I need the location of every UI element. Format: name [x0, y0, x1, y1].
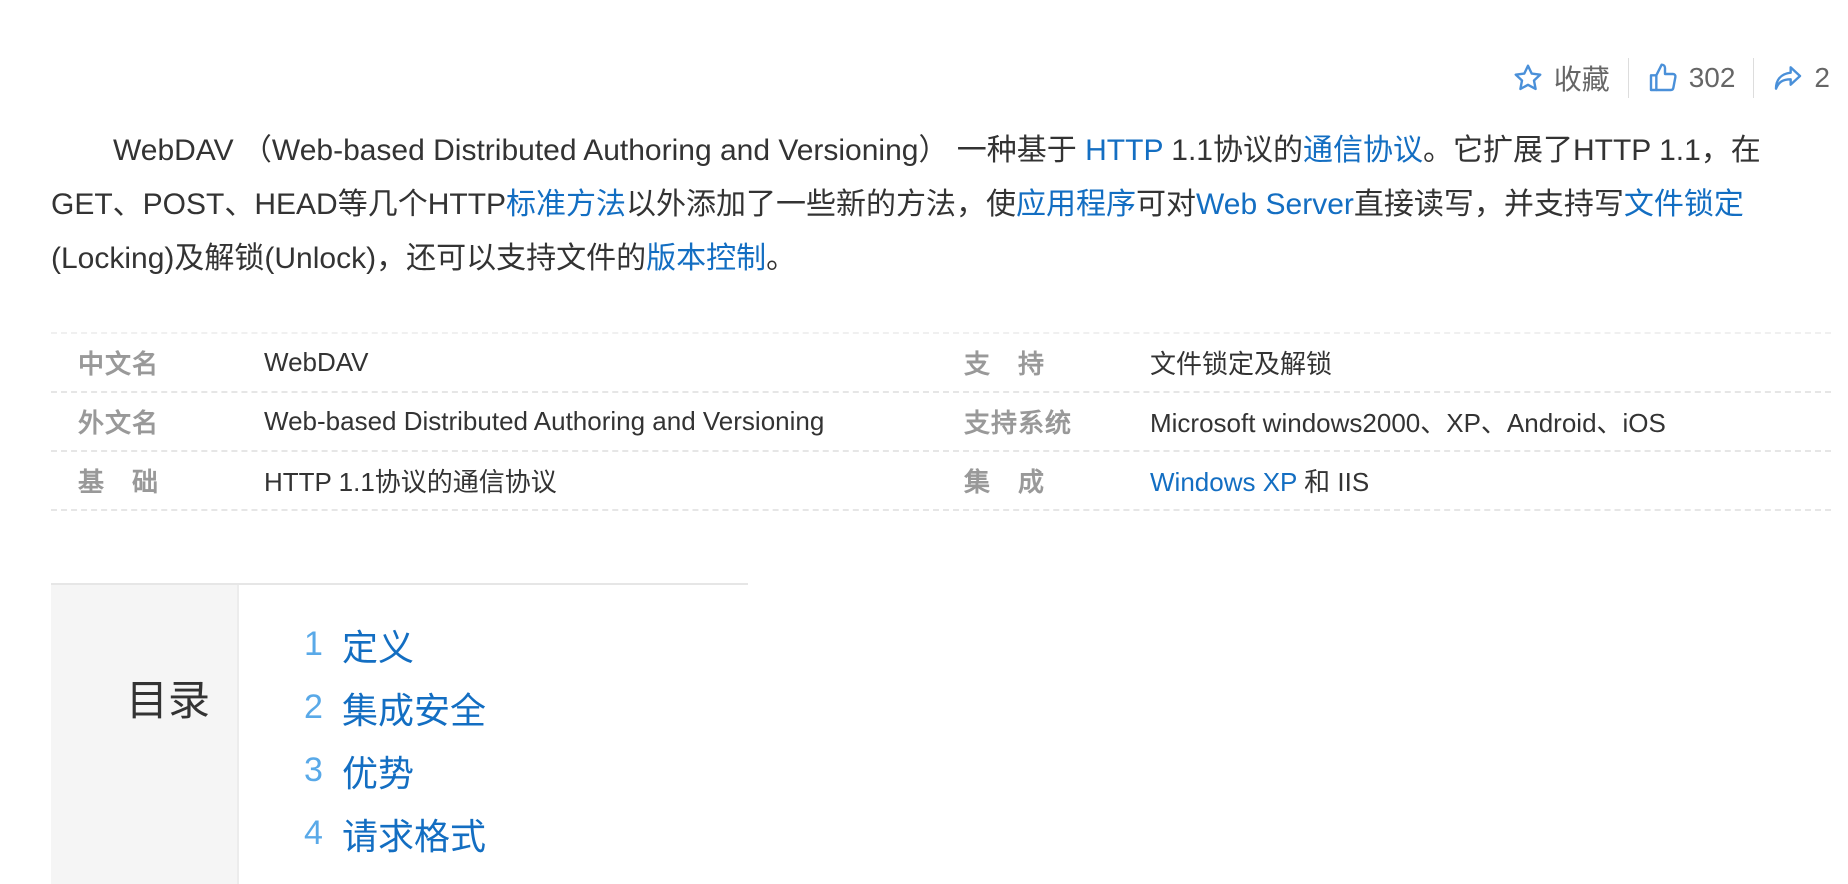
link-version-control[interactable]: 版本控制	[646, 242, 766, 275]
catalog-item[interactable]: 2 集成安全	[304, 676, 486, 739]
link-web-server[interactable]: Web Server	[1196, 188, 1354, 221]
basic-info-name: 外文名	[78, 408, 160, 438]
catalog-item-index: 2	[304, 688, 323, 726]
catalog-list: 1 定义 2 集成安全 3 优势 4 请求格式	[304, 613, 486, 865]
basic-info-value: Web-based Distributed Authoring and Vers…	[264, 406, 825, 436]
catalog-item[interactable]: 3 优势	[304, 739, 486, 802]
basic-info-row: 外文名 Web-based Distributed Authoring and …	[51, 393, 1831, 452]
link-http[interactable]: HTTP	[1085, 134, 1163, 167]
basic-info-value: Windows XP 和 IIS	[1150, 462, 1831, 499]
link-communication-protocol[interactable]: 通信协议	[1303, 134, 1423, 167]
summary-text: 直接读写，并支持写	[1353, 188, 1624, 221]
favorite-button[interactable]: 收藏	[1494, 58, 1628, 98]
star-icon	[1514, 64, 1542, 91]
summary-text: 。	[766, 242, 797, 275]
share-count: 2	[1814, 62, 1830, 93]
share-button[interactable]: 2	[1754, 62, 1848, 94]
basic-info-value: 文件锁定及解锁	[1150, 349, 1333, 379]
basic-info-value: WebDAV	[264, 347, 369, 377]
like-count: 302	[1688, 62, 1736, 93]
catalog-item-index: 1	[304, 625, 323, 663]
summary-text: 可对	[1136, 188, 1197, 221]
catalog-item-index: 3	[304, 751, 323, 789]
catalog-item-index: 4	[304, 814, 323, 852]
catalog-header: 目录	[51, 585, 239, 884]
favorite-label: 收藏	[1553, 64, 1610, 95]
basic-info-table: 中文名 WebDAV 支 持 文件锁定及解锁 外文名 Web-based Dis…	[51, 332, 1831, 511]
basic-info-name: 基 础	[78, 467, 160, 497]
catalog-item-label[interactable]: 优势	[342, 745, 414, 797]
link-application[interactable]: 应用程序	[1016, 188, 1136, 221]
summary-text: (Locking)及解锁(Unlock)，还可以支持文件的	[51, 242, 647, 275]
action-bar: 收藏 302 2	[1494, 56, 1848, 100]
share-icon	[1775, 66, 1802, 90]
link-windows-xp[interactable]: Windows XP	[1150, 467, 1297, 497]
thumbs-up-icon	[1649, 63, 1677, 92]
catalog-item-label[interactable]: 集成安全	[342, 682, 486, 734]
catalog-item[interactable]: 1 定义	[304, 613, 486, 676]
basic-info-row: 基 础 HTTP 1.1协议的通信协议 集 成 Windows XP 和 IIS	[51, 452, 1831, 511]
catalog-item-label[interactable]: 定义	[342, 619, 414, 671]
catalog-item-label[interactable]: 请求格式	[342, 808, 486, 860]
basic-info-value-text: 和 IIS	[1296, 467, 1370, 497]
summary-text: 1.1协议的	[1162, 134, 1303, 167]
basic-info-value: Microsoft windows2000、XP、Android、iOS	[1150, 408, 1666, 438]
basic-info-name: 支持系统	[964, 408, 1073, 438]
catalog: 目录 1 定义 2 集成安全 3 优势 4 请求格式	[51, 583, 748, 884]
catalog-item[interactable]: 4 请求格式	[304, 802, 486, 865]
summary-text: 以外添加了一些新的方法，使	[626, 188, 1017, 221]
catalog-title: 目录	[126, 677, 211, 724]
basic-info-name: 支 持	[964, 349, 1046, 379]
basic-info-row: 中文名 WebDAV 支 持 文件锁定及解锁	[51, 334, 1831, 393]
summary-text: WebDAV （Web-based Distributed Authoring …	[113, 134, 1086, 167]
like-button[interactable]: 302	[1629, 62, 1754, 94]
lemma-summary: WebDAV （Web-based Distributed Authoring …	[51, 124, 1831, 286]
link-standard-method[interactable]: 标准方法	[506, 188, 626, 221]
basic-info-value: HTTP 1.1协议的通信协议	[264, 467, 557, 497]
link-file-locking[interactable]: 文件锁定	[1624, 188, 1744, 221]
basic-info-name: 中文名	[78, 349, 160, 379]
basic-info-name: 集 成	[964, 467, 1046, 497]
